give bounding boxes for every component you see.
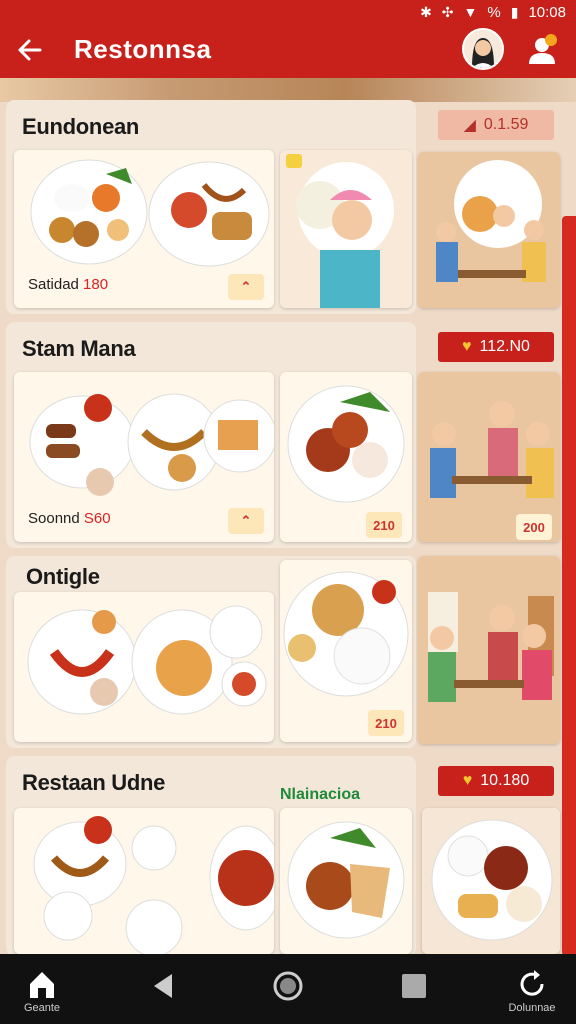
tag-icon: ◢ [463, 117, 476, 134]
home-button[interactable]: Geante [12, 966, 72, 1016]
heart-icon: ♥ [462, 338, 472, 355]
chart-icon: ⌃ [228, 274, 264, 300]
food-card[interactable]: Satidad 180 ⌃ [14, 150, 274, 308]
home-circle-icon[interactable] [258, 966, 318, 1016]
back-triangle-icon[interactable] [134, 966, 194, 1016]
user-chat-icon[interactable] [522, 30, 562, 70]
price-tag: 210 [368, 710, 404, 736]
app-bar: Restonnsa [0, 24, 576, 78]
section-subtitle: Nlainacioa [280, 786, 361, 803]
status-bar: ✱ ✣ ▼ % ▮ 10:08 [0, 0, 576, 24]
status-time: 10:08 [528, 3, 566, 21]
food-card[interactable] [280, 808, 412, 954]
restaurant-scene[interactable]: 200 [418, 372, 560, 542]
chart-icon: ⌃ [228, 508, 264, 534]
heart-icon: ♥ [462, 772, 473, 789]
battery-icon: ▮ [510, 3, 519, 20]
header-banner [0, 78, 576, 102]
food-card[interactable] [280, 150, 412, 308]
food-card[interactable]: Soonnd S60 ⌃ [14, 372, 274, 542]
scrollbar[interactable] [562, 216, 576, 956]
price-tag: 200 [516, 514, 552, 540]
restaurant-scene[interactable] [418, 556, 560, 744]
card-caption: Soonnd S60 [28, 510, 111, 527]
price-tag: 210 [366, 512, 402, 538]
food-card[interactable]: 210 [280, 560, 412, 742]
section-title: Eundonean [22, 114, 140, 139]
price-badge[interactable]: ♥ 112.N0 [438, 332, 554, 362]
bluetooth-icon: ✱ [420, 3, 432, 20]
price-badge[interactable]: ◢ 0.1.59 [438, 110, 554, 140]
vibrate-icon: ✣ [441, 3, 454, 20]
section-title: Ontigle [26, 564, 100, 589]
battery-percent: % [487, 3, 501, 21]
recents-square-icon[interactable] [384, 966, 444, 1016]
restaurant-scene[interactable] [418, 152, 560, 308]
section-title: Stam Mana [22, 336, 136, 361]
app-title: Restonnsa [74, 34, 212, 64]
price-badge[interactable]: ♥ 10.180 [438, 766, 554, 796]
card-caption: Satidad 180 [28, 276, 109, 293]
arrow-left-icon[interactable] [12, 32, 48, 68]
refresh-label: Dolunnae [508, 1002, 556, 1014]
food-card[interactable]: 210 [280, 372, 412, 542]
wifi-icon: ▼ [463, 4, 478, 20]
refresh-button[interactable]: Dolunnae [502, 966, 562, 1016]
food-card[interactable] [14, 592, 274, 742]
section-title: Restaan Udne [22, 770, 166, 795]
navigation-bar: Geante Dolunnae [0, 954, 576, 1024]
home-label: Geante [23, 1002, 61, 1014]
food-card[interactable] [14, 808, 274, 954]
food-card[interactable] [422, 808, 560, 954]
avatar[interactable] [462, 28, 504, 70]
